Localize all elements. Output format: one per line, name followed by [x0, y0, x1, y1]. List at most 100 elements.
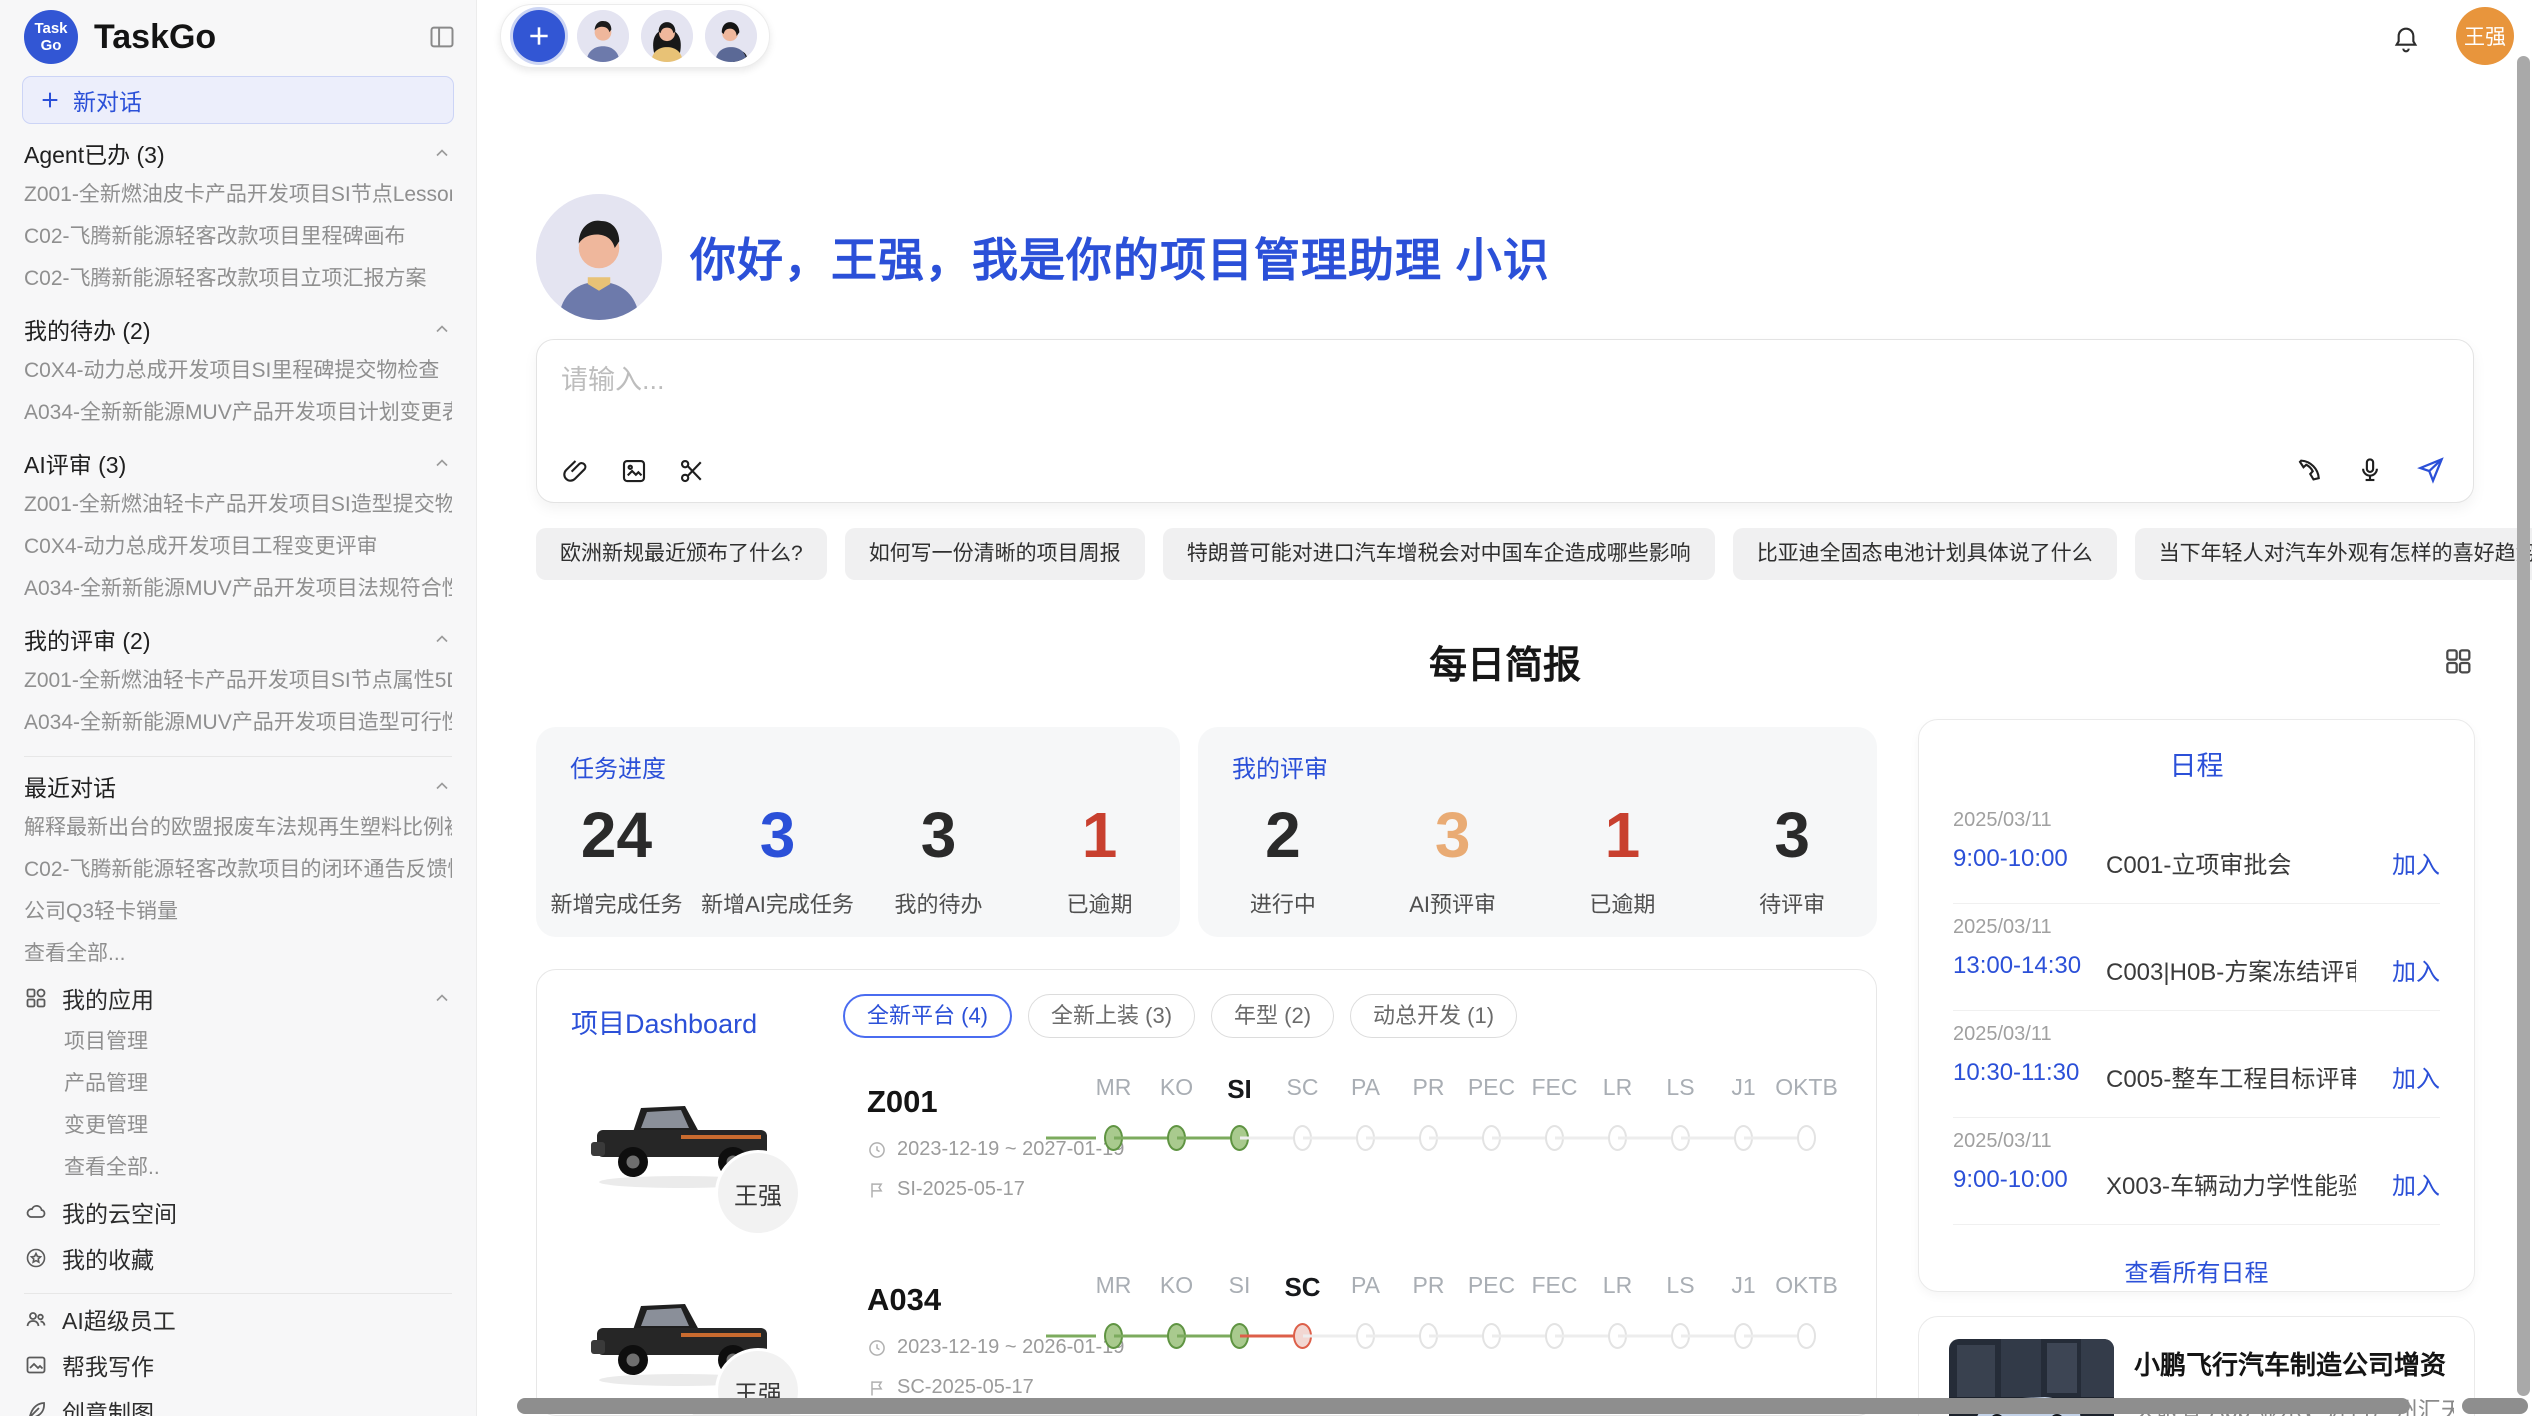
sidebar-item-cloud-space[interactable]: 我的云空间 [24, 1189, 452, 1235]
flag-icon [867, 1180, 887, 1200]
add-agent-button[interactable] [513, 10, 565, 62]
avatar[interactable] [641, 10, 693, 62]
chevron-up-icon[interactable] [432, 776, 452, 796]
phone-icon[interactable] [2295, 455, 2325, 485]
sidebar-item-change-mgmt[interactable]: 变更管理 [24, 1105, 452, 1147]
scissors-icon[interactable] [677, 456, 707, 486]
image-icon[interactable] [619, 456, 649, 486]
schedule-title: 日程 [1919, 744, 2474, 783]
chevron-up-icon[interactable] [432, 453, 452, 473]
view-all-schedule-link[interactable]: 查看所有日程 [1919, 1253, 2474, 1288]
project-code: A034 [867, 1282, 941, 1318]
schedule-item[interactable]: 2025/03/11 9:00-10:00 C001-立项审批会 加入 [1953, 797, 2440, 904]
stat-label: 已逾期 [1066, 887, 1132, 919]
sidebar-item-creative-draw[interactable]: 创意制图 [24, 1388, 452, 1416]
milestone-label: LS [1649, 1272, 1712, 1303]
schedule-time: 10:30-11:30 [1953, 1059, 2079, 1087]
sidebar-collapse-icon[interactable] [428, 23, 456, 51]
stat-value: 1 [1605, 803, 1641, 867]
sidebar-item-my-apps[interactable]: 我的应用 [24, 975, 452, 1021]
sidebar-item-write-helper[interactable]: 帮我写作 [24, 1342, 452, 1388]
logo-text-bottom: Go [41, 37, 62, 54]
microphone-icon[interactable] [2355, 455, 2385, 485]
new-chat-button[interactable]: 新对话 [22, 76, 454, 124]
project-row[interactable]: 王强 Z001 2023-12-19 ~ 2027-01-19 SI-2025-… [537, 1062, 1876, 1262]
filter-chip[interactable]: 全新平台 (4) [843, 994, 1012, 1038]
vertical-scrollbar[interactable] [2517, 56, 2530, 1396]
chevron-up-icon[interactable] [432, 629, 452, 649]
app-title: TaskGo [94, 18, 428, 57]
suggestion-chip[interactable]: 如何写一份清晰的项目周报 [845, 528, 1145, 580]
avatar[interactable] [705, 10, 757, 62]
milestone-dots [1082, 1123, 1838, 1153]
stat-value: 3 [921, 803, 957, 867]
schedule-date: 2025/03/11 [1953, 809, 2052, 832]
chevron-up-icon[interactable] [432, 988, 452, 1008]
plus-icon [39, 89, 61, 111]
schedule-date: 2025/03/11 [1953, 916, 2052, 939]
list-item[interactable]: Z001-全新燃油皮卡产品开发项目SI节点Lesson Learn报告 [24, 174, 452, 216]
filter-chip[interactable]: 动总开发 (1) [1350, 994, 1517, 1038]
send-icon[interactable] [2415, 454, 2447, 486]
horizontal-scrollbar-segment[interactable] [2462, 1398, 2528, 1414]
join-link[interactable]: 加入 [2392, 952, 2440, 987]
sidebar-item-product-mgmt[interactable]: 产品管理 [24, 1063, 452, 1105]
list-item[interactable]: 解释最新出台的欧盟报废车法规再生塑料比例被调至15%... [24, 807, 452, 849]
view-all-chats-link[interactable]: 查看全部... [24, 933, 452, 975]
filter-chip[interactable]: 年型 (2) [1211, 994, 1334, 1038]
horizontal-scrollbar[interactable] [517, 1398, 2410, 1414]
stat-label: 待评审 [1759, 887, 1825, 919]
attachment-icon[interactable] [561, 456, 591, 486]
chat-input[interactable] [561, 360, 2061, 400]
chevron-up-icon[interactable] [432, 319, 452, 339]
avatar[interactable] [577, 10, 629, 62]
section-recent-chats[interactable]: 最近对话 [24, 765, 452, 807]
join-link[interactable]: 加入 [2392, 845, 2440, 880]
milestone-dot-pending [1797, 1323, 1816, 1349]
list-item[interactable]: 公司Q3轻卡销量 [24, 891, 452, 933]
stat-value: 3 [1435, 803, 1471, 867]
section-ai-review[interactable]: AI评审 (3) [24, 442, 452, 484]
list-item[interactable]: C02-飞腾新能源轻客改款项目的闭环通告反馈情况 [24, 849, 452, 891]
section-my-review[interactable]: 我的评审 (2) [24, 618, 452, 660]
suggestion-chip[interactable]: 特朗普可能对进口汽车增税会对中国车企造成哪些影响 [1163, 528, 1715, 580]
sidebar-item-favorites[interactable]: 我的收藏 [24, 1235, 452, 1281]
suggestion-chip[interactable]: 当下年轻人对汽车外观有怎样的喜好趋势 [2135, 528, 2532, 580]
logo-text-top: Task [34, 20, 67, 37]
sidebar-item-label: 帮我写作 [62, 1348, 452, 1382]
divider [24, 756, 452, 757]
schedule-item[interactable]: 2025/03/11 9:00-10:00 X003-车辆动力学性能验... 加… [1953, 1118, 2440, 1225]
list-item[interactable]: C0X4-动力总成开发项目SI里程碑提交物检查 [24, 350, 452, 392]
suggestion-chip[interactable]: 比亚迪全固态电池计划具体说了什么 [1733, 528, 2117, 580]
stat-label: 新增完成任务 [550, 887, 682, 919]
notification-bell-icon[interactable] [2390, 24, 2422, 56]
section-my-todo[interactable]: 我的待办 (2) [24, 308, 452, 350]
schedule-item[interactable]: 2025/03/11 13:00-14:30 C003|H0B-方案冻结评审 加… [1953, 904, 2440, 1011]
schedule-item[interactable]: 2025/03/11 10:30-11:30 C005-整车工程目标评审 加入 [1953, 1011, 2440, 1118]
list-item[interactable]: C02-飞腾新能源轻客改款项目立项汇报方案 [24, 258, 452, 300]
user-avatar[interactable]: 王强 [2456, 7, 2514, 65]
view-all-apps-link[interactable]: 查看全部.. [24, 1147, 452, 1189]
list-item[interactable]: A034-全新新能源MUV产品开发项目计划变更表编写 [24, 392, 452, 434]
sidebar-item-ai-employee[interactable]: AI超级员工 [24, 1296, 452, 1342]
filter-chip[interactable]: 全新上装 (3) [1028, 994, 1195, 1038]
list-item[interactable]: Z001-全新燃油轻卡产品开发项目SI节点属性5D文件评审 [24, 660, 452, 702]
milestone-label: FEC [1523, 1074, 1586, 1105]
join-link[interactable]: 加入 [2392, 1059, 2440, 1094]
chevron-up-icon[interactable] [432, 143, 452, 163]
section-agent-done[interactable]: Agent已办 (3) [24, 132, 452, 174]
sidebar-item-project-mgmt[interactable]: 项目管理 [24, 1021, 452, 1063]
list-item[interactable]: C0X4-动力总成开发项目工程变更评审 [24, 526, 452, 568]
list-item[interactable]: C02-飞腾新能源轻客改款项目里程碑画布 [24, 216, 452, 258]
layout-grid-icon[interactable] [2442, 645, 2474, 677]
milestone-label-current: SI [1208, 1074, 1271, 1105]
photo-doc-icon [24, 1353, 48, 1377]
suggestion-chip[interactable]: 欧洲新规最近颁布了什么? [536, 528, 827, 580]
list-item[interactable]: A034-全新新能源MUV产品开发项目法规符合性评审 [24, 568, 452, 610]
milestone-timeline: MR KO SI SC PA PR PEC FEC LR LS J1 OKTB [1082, 1074, 1838, 1153]
list-item[interactable]: Z001-全新燃油轻卡产品开发项目SI造型提交物评审 [24, 484, 452, 526]
list-item[interactable]: A034-全新新能源MUV产品开发项目造型可行性评审 [24, 702, 452, 744]
join-link[interactable]: 加入 [2392, 1166, 2440, 1201]
project-row[interactable]: 王强 A034 2023-12-19 ~ 2026-01-19 SC-2025-… [537, 1260, 1876, 1416]
milestone-label-current: SC [1271, 1272, 1334, 1303]
